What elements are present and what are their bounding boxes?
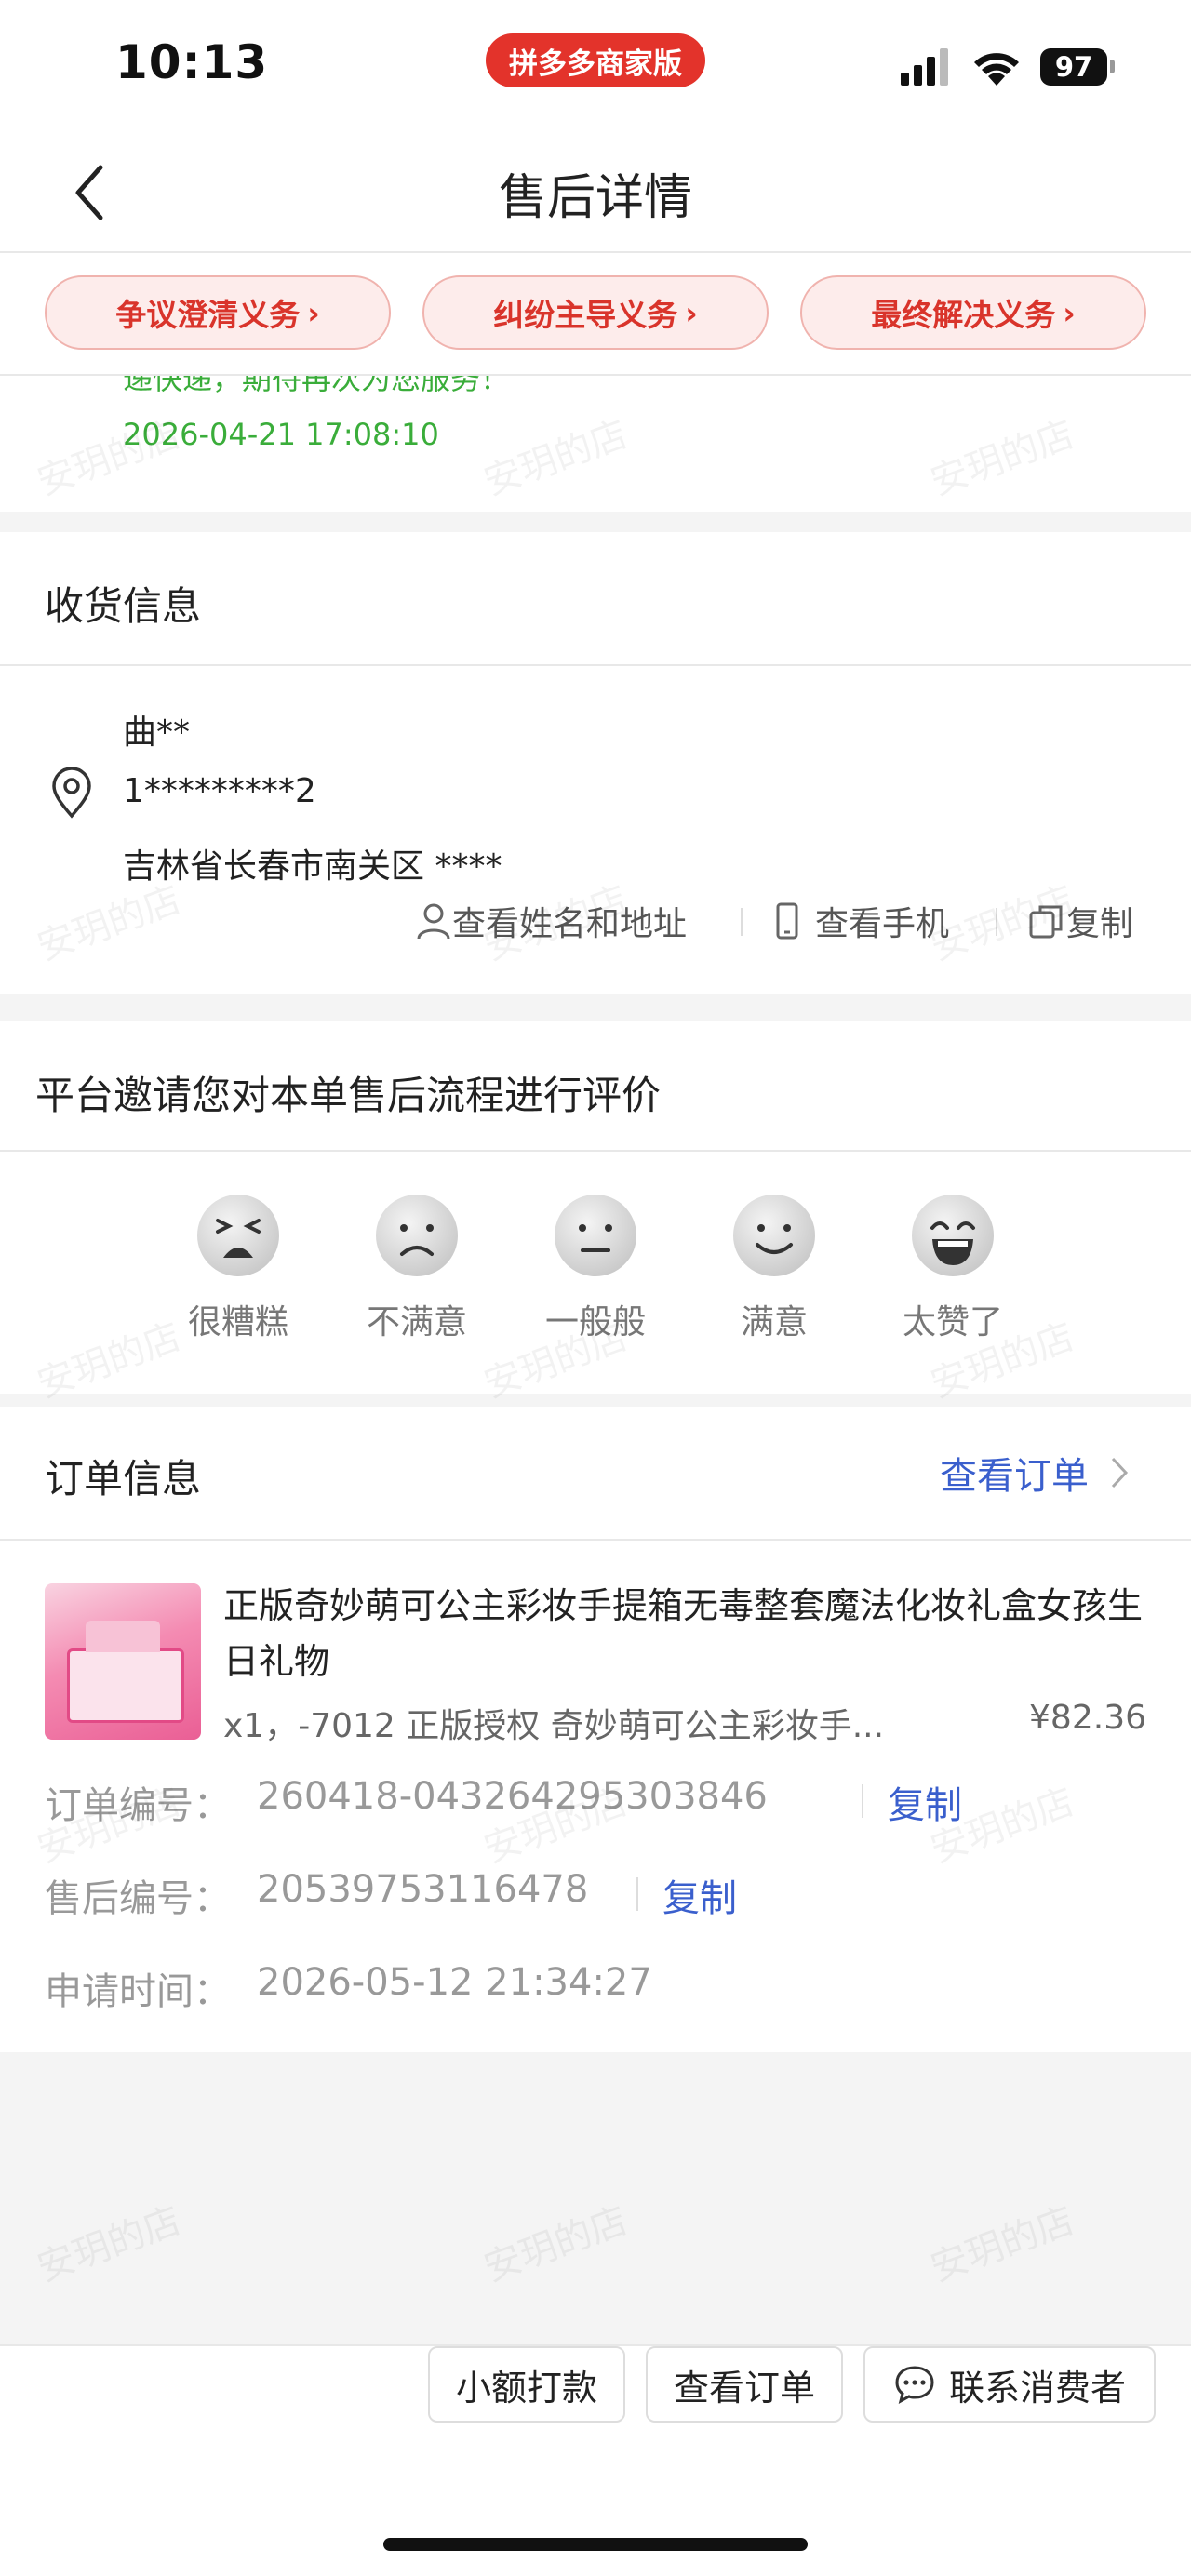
log-partial-text: 递快递，期待再次为您服务！ [123,376,511,396]
watermark: 安玥的店 [32,2198,187,2290]
battery-indicator: 97 [1040,48,1107,86]
contact-consumer-label: 联系消费者 [948,2367,1126,2409]
tab-label: 最终解决义务 [871,297,1056,333]
copy-separator [862,1784,863,1818]
action-separator [741,908,743,936]
wifi-icon [974,53,1019,86]
very-bad-face-icon [197,1195,279,1276]
person-icon [417,903,450,940]
copy-aftersale-number-button[interactable]: 复制 [662,1868,737,1922]
apply-time-value: 2026-05-12 21:34:27 [257,1961,652,2004]
product-price: ¥82.36 [1029,1699,1146,1737]
apply-time-label: 申请时间： [45,1970,231,2013]
rating-option-happy[interactable]: 满意 [700,1193,849,1343]
receiver-name: 曲** [123,714,191,752]
tab-final-resolve[interactable]: 最终解决义务 › [800,275,1146,350]
home-indicator [383,2538,808,2551]
view-order-label: 查看订单 [940,1455,1089,1498]
view-order-link[interactable]: 查看订单 [940,1446,1130,1500]
unhappy-face-icon [376,1195,458,1276]
rating-option-very-bad[interactable]: 很糟糕 [164,1193,313,1343]
receiver-address: 吉林省长春市南关区 **** [123,848,502,886]
store-badge: 拼多多商家版 [486,33,705,87]
rating-label: 满意 [740,1303,808,1341]
battery-tip [1110,60,1115,73]
view-order-button[interactable]: 查看订单 [646,2346,843,2423]
chevron-right-icon: › [1063,294,1076,331]
rating-divider [0,1150,1191,1152]
product-box-shape [67,1648,184,1723]
signal-icon [901,48,948,86]
page-title: 售后详情 [498,170,692,226]
rating-label: 不满意 [366,1303,467,1341]
rating-label: 很糟糕 [187,1303,288,1341]
happy-face-icon [733,1195,815,1276]
shipping-title: 收货信息 [45,583,202,629]
neutral-face-icon [555,1195,636,1276]
rating-title: 平台邀请您对本单售后流程进行评价 [35,1073,662,1118]
order-title: 订单信息 [45,1456,202,1502]
chevron-right-icon [1111,1457,1129,1488]
rating-option-great[interactable]: 太赞了 [878,1193,1027,1343]
shipping-divider [0,664,1191,666]
copy-separator [636,1877,638,1911]
product-spec: x1，-7012 正版授权 奇妙萌可公主彩妆手... [223,1707,885,1745]
chevron-right-icon: › [307,294,320,331]
great-face-icon [912,1195,994,1276]
tab-dispute-lead[interactable]: 纠纷主导义务 › [422,275,769,350]
product-lid-shape [86,1621,160,1652]
rating-option-unhappy[interactable]: 不满意 [342,1193,491,1343]
tab-label: 争议澄清义务 [115,297,301,333]
product-title: 正版奇妙萌可公主彩妆手提箱无毒整套魔法化妆礼盒女孩生日礼物 [223,1585,1144,1682]
contact-consumer-button[interactable]: 联系消费者 [863,2346,1156,2423]
aftersale-number-value: 20539753116478 [257,1868,589,1911]
location-pin-icon [52,767,91,819]
chat-bubble-icon [895,2366,934,2404]
watermark: 安玥的店 [478,2198,634,2290]
status-time: 10:13 [115,35,269,89]
phone-icon [776,902,798,940]
aftersale-number-label: 售后编号： [45,1877,231,1920]
order-divider [0,1539,1191,1541]
chevron-right-icon: › [685,294,698,331]
tab-label: 纠纷主导义务 [493,297,678,333]
small-payment-button[interactable]: 小额打款 [428,2346,625,2423]
tab-dispute-clarify[interactable]: 争议澄清义务 › [45,275,391,350]
product-thumbnail[interactable] [45,1583,201,1740]
receiver-phone: 1*********2 [123,772,316,810]
watermark: 安玥的店 [925,2198,1080,2290]
